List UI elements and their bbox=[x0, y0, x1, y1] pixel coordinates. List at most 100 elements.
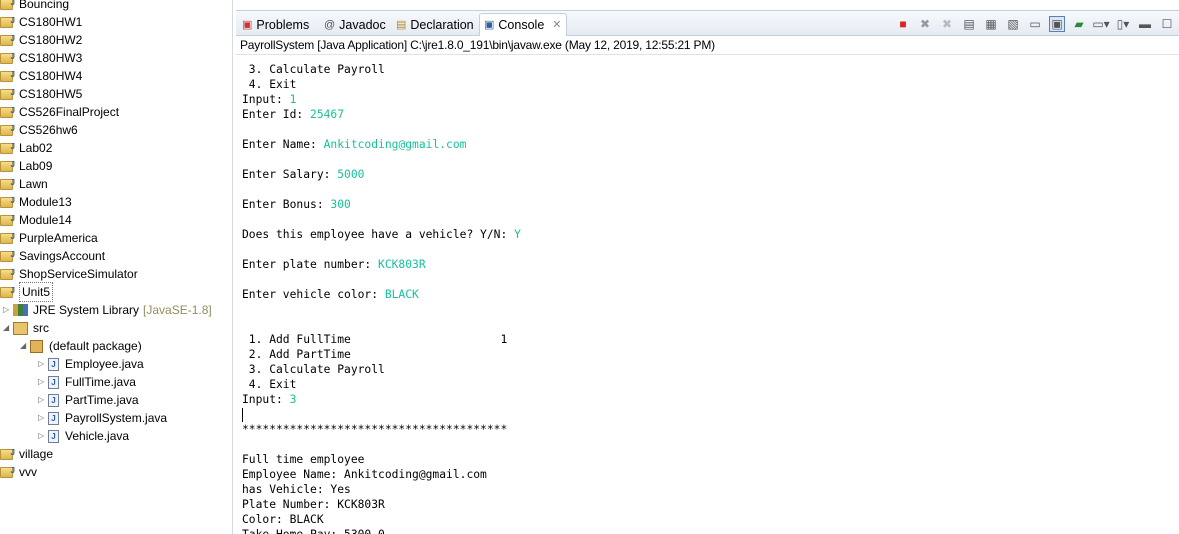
tree-project[interactable]: CS180HW3 bbox=[0, 48, 82, 67]
project-name: vvv bbox=[19, 465, 37, 479]
console-text: 2. Add PartTime bbox=[242, 348, 351, 361]
console-line: Full time employee bbox=[242, 452, 364, 467]
tree-project[interactable]: Module13 bbox=[0, 192, 72, 211]
close-icon[interactable]: ✕ bbox=[552, 14, 561, 36]
expand-arrow-icon[interactable]: ▷ bbox=[38, 409, 48, 427]
tree-project[interactable]: vvv bbox=[0, 462, 37, 481]
tree-project[interactable]: CS180HW2 bbox=[0, 30, 82, 49]
tab-declaration[interactable]: ▤ Declaration bbox=[392, 13, 478, 36]
tree-project[interactable]: CS526hw6 bbox=[0, 120, 78, 139]
tree-project[interactable]: Lab09 bbox=[0, 156, 52, 175]
tree-project[interactable]: ShopServiceSimulator bbox=[0, 264, 138, 283]
console-text: 1. Add FullTime 1 bbox=[242, 333, 508, 346]
library-version: [JavaSE-1.8] bbox=[143, 303, 212, 317]
tree-project[interactable]: Lab02 bbox=[0, 138, 52, 157]
console-text: Does this employee have a vehicle? Y/N: bbox=[242, 228, 515, 241]
java-file-icon: J bbox=[48, 375, 59, 389]
package-icon bbox=[30, 339, 43, 353]
maximize-icon[interactable]: ☐ bbox=[1159, 16, 1175, 32]
file-name: Employee.java bbox=[65, 357, 144, 371]
display-console-icon[interactable]: ▭▾ bbox=[1092, 16, 1109, 32]
terminate-icon[interactable]: ■ bbox=[895, 16, 911, 32]
tree-file[interactable]: ▷ J FullTime.java bbox=[38, 373, 136, 391]
console-line: *************************************** bbox=[242, 422, 507, 437]
project-folder-icon bbox=[0, 246, 15, 264]
collapse-arrow-icon[interactable]: ◢ bbox=[20, 337, 30, 355]
expand-arrow-icon[interactable]: ▷ bbox=[38, 391, 48, 409]
problems-icon: ▣ bbox=[242, 18, 253, 31]
remove-launch-icon[interactable]: ✖ bbox=[917, 16, 933, 32]
library-label: JRE System Library bbox=[33, 303, 140, 317]
tree-file[interactable]: ▷ J PartTime.java bbox=[38, 391, 139, 409]
project-folder-icon bbox=[0, 48, 15, 66]
console-line: 3. Calculate Payroll bbox=[242, 362, 385, 377]
console-text: 3. Calculate Payroll bbox=[242, 63, 385, 76]
console-text: Enter Id: bbox=[242, 108, 311, 121]
show-stderr-icon[interactable]: ▣ bbox=[1049, 16, 1065, 32]
tree-package[interactable]: ◢ (default package) bbox=[20, 337, 142, 355]
console-text: Full time employee bbox=[242, 453, 365, 466]
expand-arrow-icon[interactable]: ▷ bbox=[38, 373, 48, 391]
package-explorer: Bouncing CS180HW1 CS180HW2 CS180HW3 CS180HW4… bbox=[0, 0, 233, 534]
console-line: Enter vehicle color: BLACK bbox=[242, 287, 419, 302]
tab-label: Javadoc bbox=[339, 17, 386, 32]
tree-project[interactable]: village bbox=[0, 444, 53, 463]
new-console-icon[interactable]: ▯▾ bbox=[1115, 16, 1131, 32]
console-line: 4. Exit bbox=[242, 377, 297, 392]
expand-arrow-icon[interactable]: ▷ bbox=[38, 355, 48, 373]
tree-project[interactable]: CS180HW1 bbox=[0, 12, 82, 31]
console-view: ▣ Problems @ Javadoc ▤ Declaration ▣ Console… bbox=[236, 10, 1179, 534]
clear-console-icon[interactable]: ▤ bbox=[961, 16, 977, 32]
tab-problems[interactable]: ▣ Problems bbox=[238, 13, 313, 36]
console-user-input: Ankitcoding@gmail.com bbox=[323, 138, 467, 151]
tree-project[interactable]: CS180HW4 bbox=[0, 66, 83, 85]
tree-project[interactable]: PurpleAmerica bbox=[0, 228, 98, 247]
tree-jre-library[interactable]: ▷ JRE System Library [JavaSE-1.8] bbox=[3, 301, 212, 319]
console-line: Take Home Pay: 5300.0 bbox=[242, 527, 385, 534]
file-name: FullTime.java bbox=[65, 375, 136, 389]
tree-project[interactable]: Lawn bbox=[0, 174, 48, 193]
console-user-input: 3 bbox=[289, 393, 297, 406]
project-folder-icon bbox=[0, 444, 15, 462]
file-name: Vehicle.java bbox=[65, 429, 130, 443]
project-name: Unit5 bbox=[19, 282, 54, 302]
tree-project[interactable]: Unit5 bbox=[0, 282, 54, 302]
word-wrap-icon[interactable]: ▧ bbox=[1005, 16, 1021, 32]
minimize-icon[interactable]: ▬ bbox=[1137, 16, 1153, 32]
tree-file[interactable]: ▷ J Employee.java bbox=[38, 355, 144, 373]
console-text: Enter vehicle color: bbox=[242, 288, 385, 301]
src-label: src bbox=[33, 321, 49, 335]
expand-arrow-icon[interactable]: ▷ bbox=[38, 427, 48, 445]
tree-src[interactable]: ◢ src bbox=[3, 319, 49, 337]
remove-all-icon[interactable]: ✖ bbox=[939, 16, 955, 32]
tree-project[interactable]: Module14 bbox=[0, 210, 72, 229]
project-name: CS526FinalProject bbox=[19, 105, 120, 119]
tab-javadoc[interactable]: @ Javadoc bbox=[320, 13, 390, 36]
tree-project[interactable]: CS526FinalProject bbox=[0, 102, 120, 121]
expand-arrow-icon[interactable]: ▷ bbox=[3, 301, 13, 319]
project-name: ShopServiceSimulator bbox=[19, 267, 138, 281]
console-user-input: KCK803R bbox=[378, 258, 426, 271]
project-folder-icon bbox=[0, 138, 15, 156]
console-user-input: 5000 bbox=[337, 168, 365, 181]
pin-console-icon[interactable]: ▰ bbox=[1071, 16, 1087, 32]
tree-project[interactable]: SavingsAccount bbox=[0, 246, 105, 265]
tree-file[interactable]: ▷ J PayrollSystem.java bbox=[38, 409, 167, 427]
file-name: PayrollSystem.java bbox=[65, 411, 168, 425]
collapse-arrow-icon[interactable]: ◢ bbox=[3, 319, 13, 337]
console-line: Enter plate number: KCK803R bbox=[242, 257, 426, 272]
console-toolbar: ■ ✖ ✖ ▤ ▦ ▧ ▭ ▣ ▰ ▭▾ ▯▾ ▬ ☐ bbox=[895, 14, 1179, 34]
console-line: 3. Calculate Payroll bbox=[242, 62, 385, 77]
tab-console[interactable]: ▣ Console ✕ bbox=[479, 13, 567, 36]
project-name: Bouncing bbox=[19, 0, 70, 11]
view-tab-bar: ▣ Problems @ Javadoc ▤ Declaration ▣ Console… bbox=[236, 10, 1179, 36]
project-name: CS180HW4 bbox=[19, 69, 83, 83]
tree-project[interactable]: CS180HW5 bbox=[0, 84, 82, 103]
tree-file[interactable]: ▷ J Vehicle.java bbox=[38, 427, 129, 445]
java-file-icon: J bbox=[48, 411, 59, 425]
show-stdout-icon[interactable]: ▭ bbox=[1027, 16, 1043, 32]
console-output[interactable]: 3. Calculate Payroll 4. Exit Input: 1 Ente… bbox=[236, 54, 1179, 534]
console-text: 4. Exit bbox=[242, 78, 297, 91]
scroll-lock-icon[interactable]: ▦ bbox=[983, 16, 999, 32]
console-text: Enter plate number: bbox=[242, 258, 379, 271]
